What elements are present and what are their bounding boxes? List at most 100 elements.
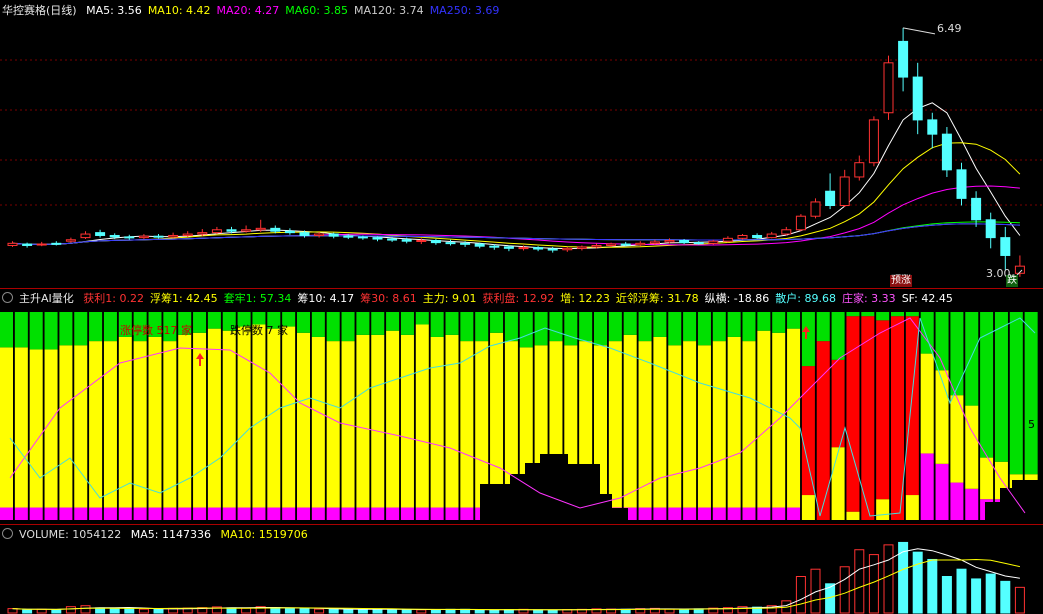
indicator-item-5: 主力: 9.01 xyxy=(422,292,477,305)
die-tag: 跌 xyxy=(1006,275,1018,287)
indicator-bar xyxy=(623,312,637,335)
candle-body xyxy=(518,247,529,250)
indicator-bar xyxy=(445,334,459,508)
candle-body xyxy=(533,247,544,250)
indicator-bar xyxy=(445,312,459,335)
volume-bar xyxy=(971,578,982,614)
ma-label-1: MA10: 4.42 xyxy=(147,4,211,17)
candle-body xyxy=(153,235,164,238)
candle-body xyxy=(226,229,237,232)
volume-ma5: MA5: 1147336 xyxy=(130,528,211,541)
indicator-bar xyxy=(74,345,88,508)
indicator-bar xyxy=(623,334,637,508)
volume-bar xyxy=(314,608,325,614)
indicator-bar xyxy=(846,312,860,317)
volume-bar xyxy=(941,576,952,614)
candle-body xyxy=(357,236,368,239)
candle-body xyxy=(956,169,967,199)
indicator-bar xyxy=(638,312,652,342)
volume-bar xyxy=(912,551,923,614)
indicator-bar xyxy=(935,463,949,520)
price-panel[interactable]: 华控赛格(日线) MA5: 3.56 MA10: 4.42 MA20: 4.27 MA… xyxy=(0,0,1043,288)
candle-body xyxy=(241,229,252,232)
indicator-panel[interactable]: 主升AI量化 获利1: 0.22 浮筹1: 42.45 套牢1: 57.34 筹10:… xyxy=(0,288,1043,524)
indicator-item-7: 增: 12.23 xyxy=(560,292,610,305)
indicator-bar xyxy=(118,507,132,520)
indicator-bar xyxy=(371,312,385,335)
volume-bar xyxy=(138,608,149,614)
price-header: 华控赛格(日线) MA5: 3.56 MA10: 4.42 MA20: 4.27 MA… xyxy=(2,4,511,17)
indicator-bar xyxy=(252,324,266,508)
indicator-bar xyxy=(59,345,73,508)
indicator-bar xyxy=(861,316,875,520)
candle-body xyxy=(854,162,865,178)
candle-body xyxy=(898,40,909,78)
indicator-bar xyxy=(44,507,58,520)
volume-bar xyxy=(533,609,544,614)
candle-body xyxy=(664,239,675,243)
candle-body xyxy=(51,242,62,245)
ma-line-10 xyxy=(12,142,1021,248)
indicator-bar xyxy=(935,312,949,371)
volume-circle-icon[interactable] xyxy=(2,528,13,539)
indicator-bar xyxy=(638,507,652,520)
candle-body xyxy=(22,243,33,246)
candle-body xyxy=(620,243,631,246)
indicator-item-11: 庄家: 3.33 xyxy=(841,292,896,305)
indicator-item-9: 纵横: -18.86 xyxy=(704,292,770,305)
indicator-item-6: 获利盘: 12.92 xyxy=(482,292,555,305)
indicator-bar xyxy=(59,507,73,520)
indicator-bar xyxy=(831,447,845,520)
indicator-bar xyxy=(282,326,296,508)
indicator-bar xyxy=(683,507,697,520)
indicator-bar xyxy=(905,495,919,520)
ma-label-4: MA120: 3.74 xyxy=(353,4,424,17)
indicator-bar xyxy=(876,312,890,321)
stock-title: 华控赛格(日线) xyxy=(2,4,77,17)
indicator-bar xyxy=(430,312,444,337)
indicator-bar xyxy=(816,312,830,342)
indicator-bar xyxy=(787,328,801,508)
indicator-bar xyxy=(400,334,414,508)
indicator-item-2: 套牢1: 57.34 xyxy=(223,292,292,305)
ma-line-250 xyxy=(12,223,1020,245)
indicator-bar xyxy=(326,341,340,508)
main-force-area-2 xyxy=(985,480,1043,520)
indicator-bar xyxy=(920,453,934,520)
candle-body xyxy=(1000,237,1011,256)
indicator-bar xyxy=(920,353,934,454)
price-chart[interactable] xyxy=(0,0,1043,288)
indicator-bar xyxy=(712,507,726,520)
indicator-bar xyxy=(371,507,385,520)
indicator-bar xyxy=(148,507,162,520)
indicator-bar xyxy=(326,312,340,342)
candle-body xyxy=(708,240,719,244)
volume-bar xyxy=(109,608,120,614)
indicator-bar xyxy=(727,336,741,508)
volume-panel[interactable]: VOLUME: 1054122 MA5: 1147336 MA10: 15197… xyxy=(0,524,1043,614)
indicator-bar xyxy=(44,312,58,350)
indicator-bar xyxy=(772,507,786,520)
candle-body xyxy=(883,62,894,114)
indicator-bar xyxy=(14,312,28,348)
indicator-bar xyxy=(905,312,919,317)
candle-body xyxy=(562,247,573,251)
indicator-bar xyxy=(876,499,890,520)
candle-body xyxy=(941,133,952,171)
volume-bar xyxy=(299,608,310,614)
indicator-bar xyxy=(163,507,177,520)
indicator-bar xyxy=(252,507,266,520)
indicator-bar xyxy=(668,345,682,508)
indicator-bar xyxy=(757,507,771,520)
candle-body xyxy=(270,227,281,232)
indicator-bar xyxy=(163,341,177,508)
candle-body xyxy=(474,243,485,247)
volume-ma10: MA10: 1519706 xyxy=(220,528,308,541)
indicator-bar xyxy=(475,341,489,508)
candle-body xyxy=(36,243,47,246)
indicator-bar xyxy=(980,312,994,458)
indicator-bar xyxy=(311,312,325,337)
indicator-bar xyxy=(757,330,771,508)
candle-body xyxy=(109,234,120,238)
settings-circle-icon[interactable] xyxy=(2,292,13,303)
